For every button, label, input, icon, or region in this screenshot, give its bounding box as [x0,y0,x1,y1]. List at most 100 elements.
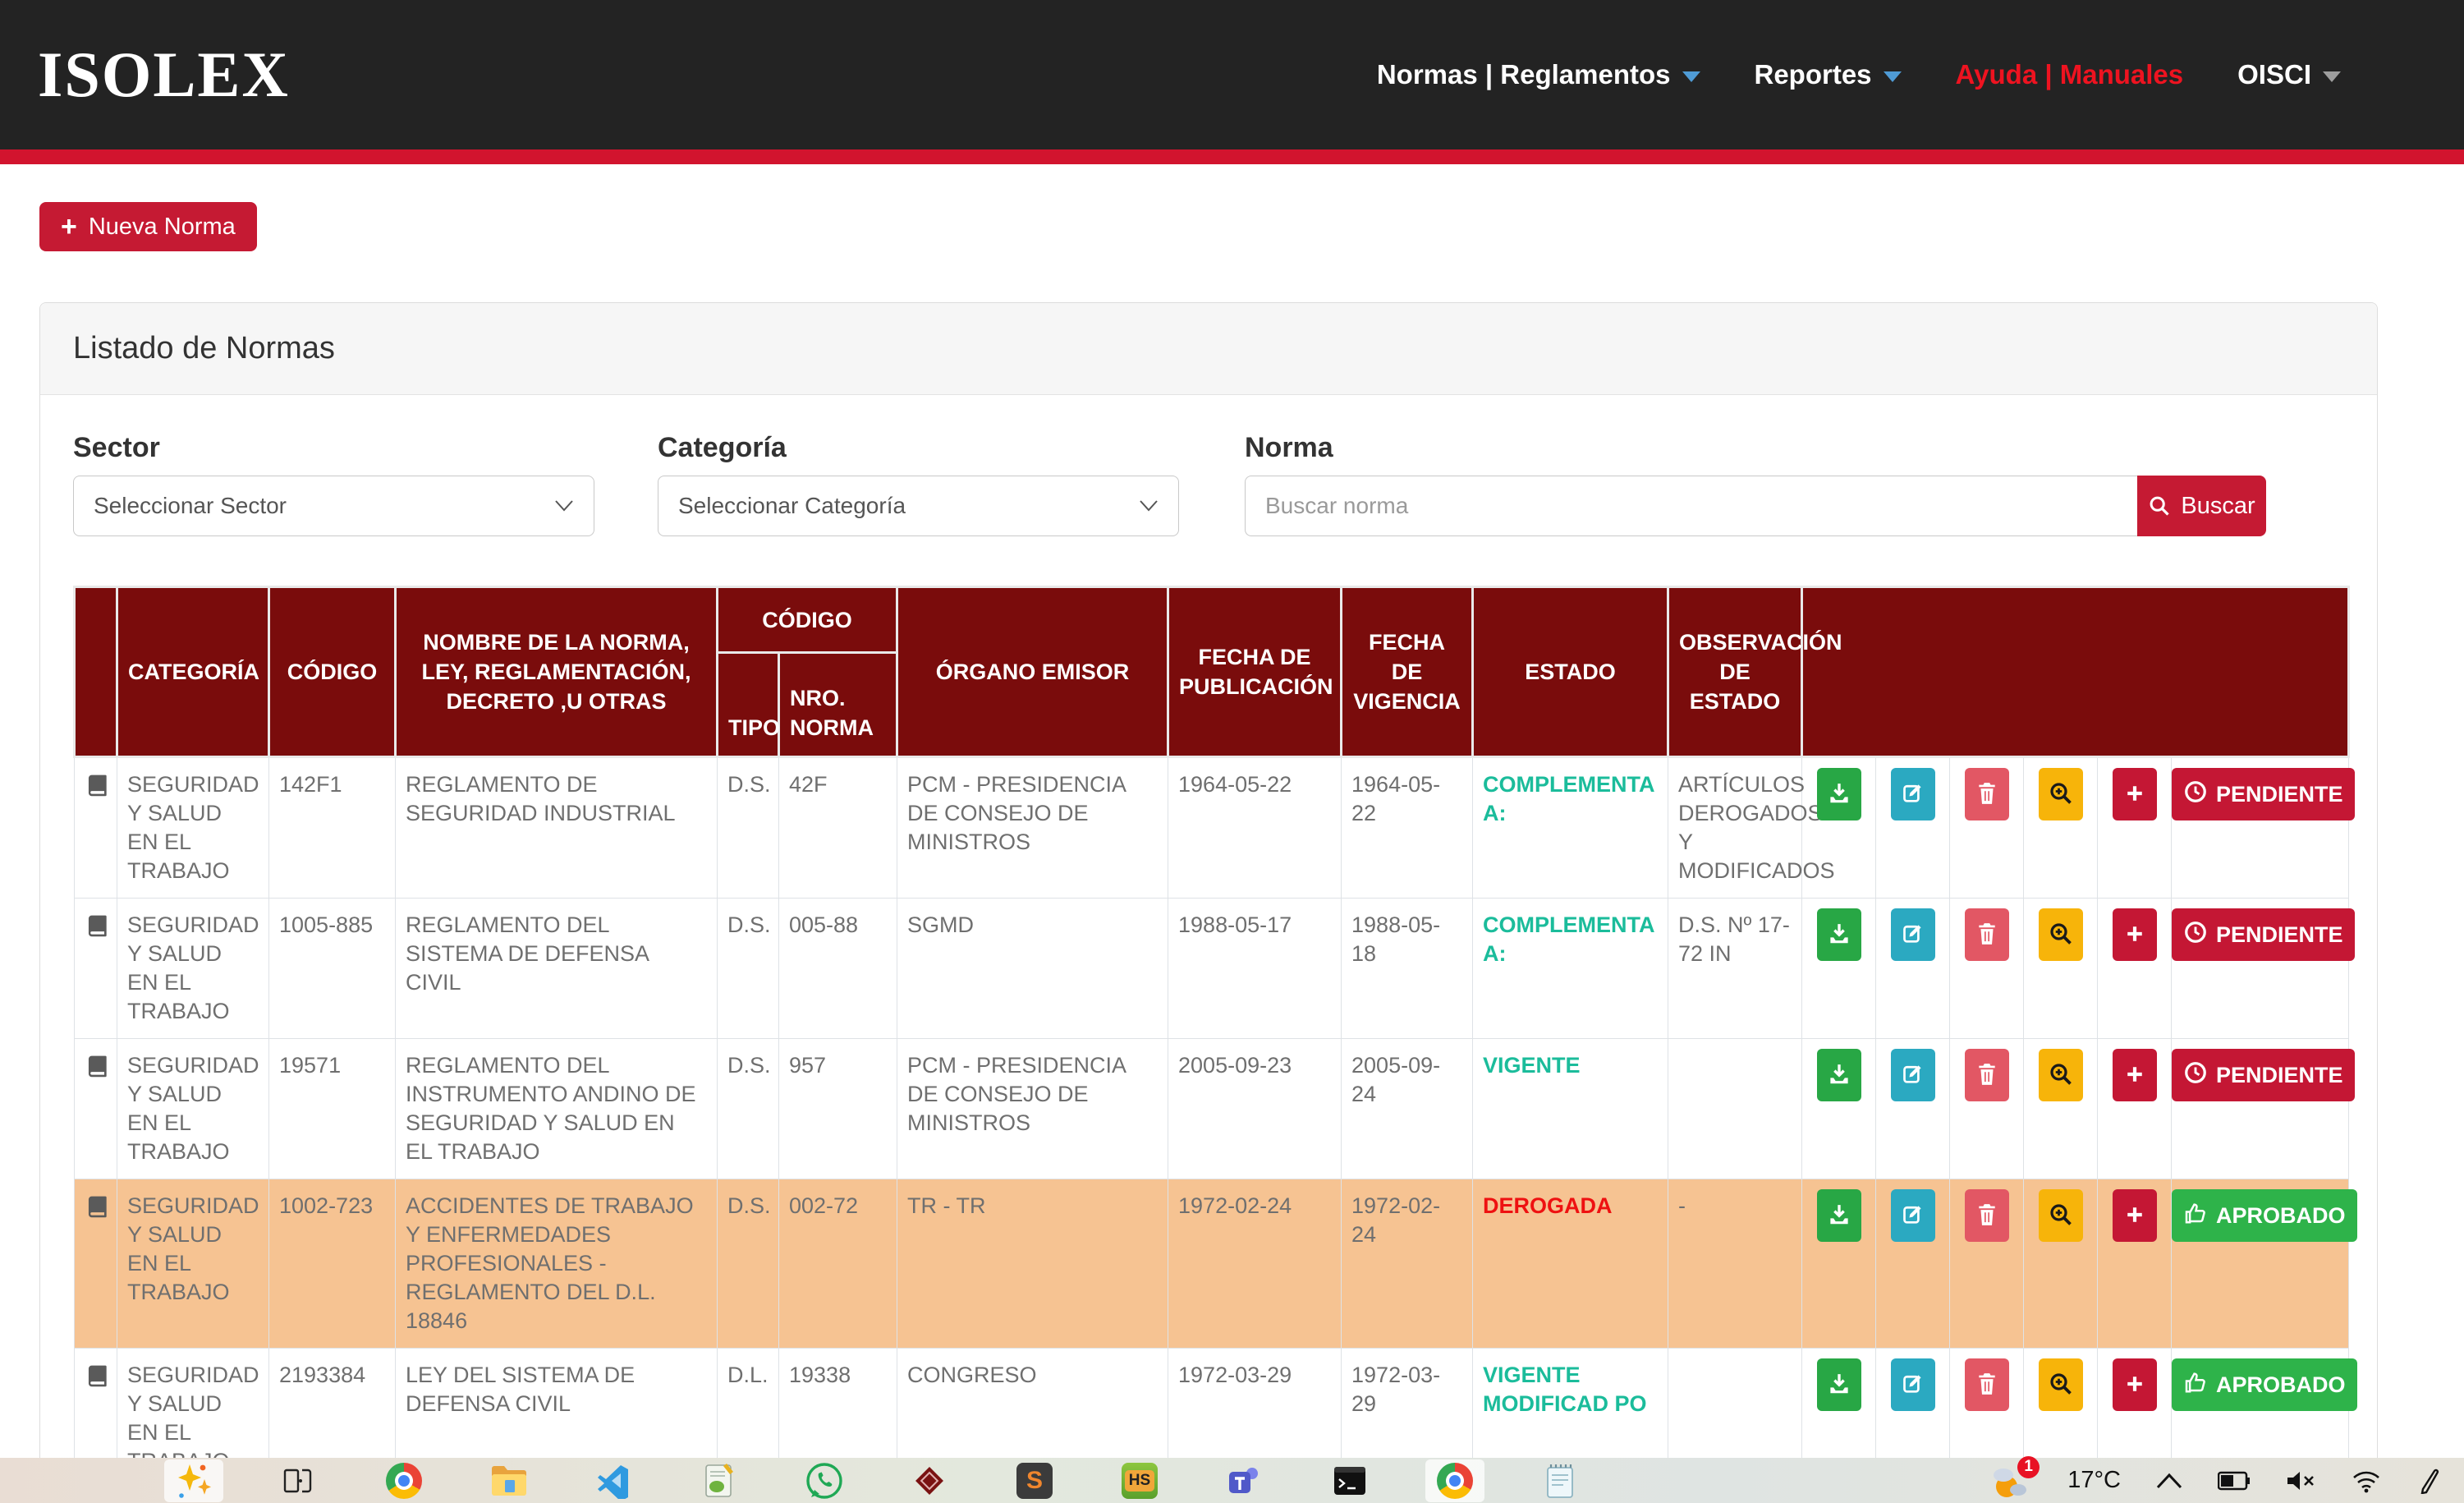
edit-button[interactable] [1891,1049,1935,1101]
approval-status-button[interactable]: APROBADO [2172,1189,2357,1242]
estado-cell: DEROGADA [1473,1179,1668,1349]
view-detail-button[interactable] [2039,768,2083,820]
edit-button[interactable] [1891,908,1935,961]
categoria-select[interactable]: Seleccionar Categoría [658,476,1179,536]
doc-indicator-cell [75,1039,117,1179]
search-plus-icon [2049,1062,2073,1089]
search-plus-icon [2049,1372,2073,1399]
nav-normas-reglamentos[interactable]: Normas | Reglamentos [1377,59,1700,90]
download-button[interactable] [1817,1189,1861,1242]
view-detail-button[interactable] [2039,908,2083,961]
doc-indicator-cell [75,899,117,1039]
codigo-cell: 19571 [269,1039,396,1179]
whatsapp-icon[interactable] [803,1461,846,1501]
download-button[interactable] [1817,1358,1861,1411]
header-nro-norma: NRO. NORMA [779,653,897,757]
view-detail-button[interactable] [2039,1358,2083,1411]
battery-icon[interactable] [2218,1470,2251,1492]
nav-reportes[interactable]: Reportes [1755,59,1902,90]
book-icon [85,1201,111,1225]
delete-button[interactable] [1965,1358,2009,1411]
header-fecha-vigencia: FECHA DE VIGENCIA [1342,587,1473,757]
search-button[interactable]: Buscar [2137,476,2266,536]
download-button[interactable] [1817,1049,1861,1101]
copilot-sparkle-icon[interactable] [172,1461,215,1501]
view-detail-button[interactable] [2039,1049,2083,1101]
observacion-cell: D.S. Nº 17-72 IN [1668,899,1802,1039]
chevron-up-icon[interactable] [2155,1472,2183,1490]
norma-label: Norma [1245,432,2266,464]
trash-icon [1976,1063,1998,1088]
nav-ayuda-manuales[interactable]: Ayuda | Manuales [1956,59,2184,90]
new-norm-button[interactable]: + Nueva Norma [39,202,257,251]
header-codigo: CÓDIGO [269,587,396,757]
pen-icon[interactable] [2416,1468,2441,1494]
fecha-publicacion-cell: 1988-05-17 [1168,899,1342,1039]
codigo-cell: 1002-723 [269,1179,396,1349]
nav-label: Ayuda | Manuales [1956,59,2184,90]
estado-cell: COMPLEMENTA A: [1473,899,1668,1039]
nav-oisci[interactable]: OISCI [2237,59,2341,90]
delete-button[interactable] [1965,908,2009,961]
download-button[interactable] [1817,768,1861,820]
sector-select[interactable]: Seleccionar Sector [73,476,594,536]
hs-app-icon[interactable]: HS [1118,1461,1161,1501]
file-explorer-icon[interactable] [488,1461,530,1501]
delete-button[interactable] [1965,768,2009,820]
task-view-icon[interactable] [278,1461,320,1501]
tipo-cell: D.S. [718,1179,779,1349]
teams-icon[interactable] [1223,1461,1266,1501]
approval-status-button[interactable]: PENDIENTE [2172,768,2355,820]
terminal-icon[interactable] [1328,1461,1371,1501]
estado-cell: VIGENTE [1473,1039,1668,1179]
nombre-cell: REGLAMENTO DE SEGURIDAD INDUSTRIAL [396,757,718,899]
chrome-icon[interactable] [383,1461,425,1501]
add-related-button[interactable] [2113,1189,2157,1242]
fecha-vigencia-cell: 1988-05-18 [1342,899,1473,1039]
add-related-button[interactable] [2113,1358,2157,1411]
header-codigo-group: CÓDIGO [718,587,897,653]
edit-button[interactable] [1891,1358,1935,1411]
add-related-button[interactable] [2113,768,2157,820]
edit-button[interactable] [1891,1189,1935,1242]
brand-logo[interactable]: ISOLEX [38,38,290,112]
vscode-icon[interactable] [593,1461,636,1501]
approval-status-button[interactable]: PENDIENTE [2172,908,2355,961]
edit-icon [1902,1372,1925,1398]
book-icon [85,779,111,804]
edit-icon [1902,1203,1925,1229]
add-related-button[interactable] [2113,1049,2157,1101]
thumbs-up-icon [2183,1370,2208,1400]
search-input[interactable] [1245,476,2137,536]
book-icon [85,1370,111,1395]
download-button[interactable] [1817,908,1861,961]
notepad-plus-plus-icon[interactable] [698,1461,741,1501]
new-norm-label: Nueva Norma [89,214,236,241]
chrome-icon[interactable] [1434,1461,1476,1501]
approval-status-button[interactable]: PENDIENTE [2172,1049,2355,1101]
diamond-app-icon[interactable] [908,1461,951,1501]
approval-status-button[interactable]: APROBADO [2172,1358,2357,1411]
add-related-button[interactable] [2113,908,2157,961]
notepad-icon[interactable] [1539,1461,1581,1501]
volume-muted-icon[interactable] [2285,1469,2316,1493]
chevron-down-icon [1139,499,1159,512]
weather-widget-icon[interactable]: 1 [1989,1461,2033,1501]
codigo-cell: 1005-885 [269,899,396,1039]
header-observacion: OBSERVACIÓN DE ESTADO [1668,587,1802,757]
download-icon [1827,1062,1851,1089]
observacion-cell: ARTÍCULOS DEROGADOS Y MODIFICADOS [1668,757,1802,899]
clock-icon [2183,920,2208,950]
edit-button[interactable] [1891,768,1935,820]
plus-icon: + [61,213,77,241]
header-nombre: NOMBRE DE LA NORMA, LEY, REGLAMENTACIÓN,… [396,587,718,757]
view-detail-button[interactable] [2039,1189,2083,1242]
delete-button[interactable] [1965,1189,2009,1242]
delete-button[interactable] [1965,1049,2009,1101]
nav-label: Normas | Reglamentos [1377,59,1671,90]
wifi-icon[interactable] [2351,1469,2382,1493]
temperature-label[interactable]: 17°C [2067,1467,2121,1494]
sector-select-value: Seleccionar Sector [94,493,287,519]
tipo-cell: D.S. [718,1039,779,1179]
sublime-text-icon[interactable]: S [1013,1461,1056,1501]
